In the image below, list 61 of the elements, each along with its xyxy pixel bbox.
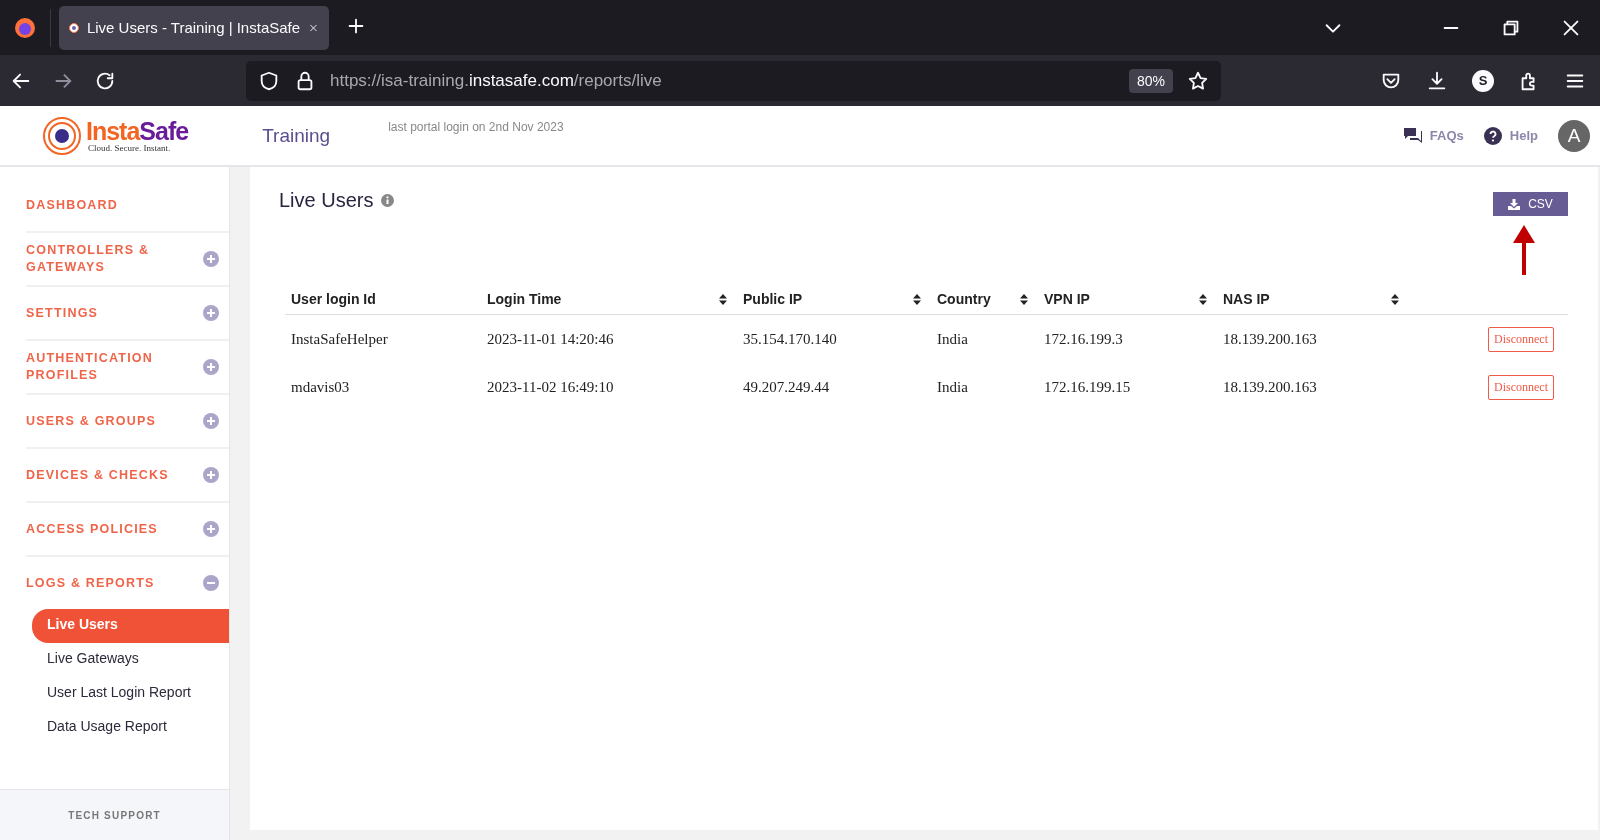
last-login-text: last portal login on 2nd Nov 2023 bbox=[388, 120, 564, 134]
environment-name: Training bbox=[262, 124, 331, 147]
csv-export-button[interactable]: CSV bbox=[1493, 192, 1568, 216]
sidebar-subitem[interactable]: Data Usage Report bbox=[32, 711, 229, 745]
profile-avatar[interactable]: S bbox=[1472, 69, 1494, 92]
table-cell: 172.16.199.3 bbox=[1044, 330, 1123, 348]
logo-icon bbox=[42, 115, 82, 156]
column-header[interactable]: NAS IP bbox=[1223, 291, 1270, 307]
sidebar-subitem[interactable]: Live Gateways bbox=[32, 643, 229, 677]
sidebar-item[interactable]: CONTROLLERS & GATEWAYS bbox=[26, 242, 176, 276]
sort-icon[interactable] bbox=[719, 293, 727, 305]
page-title: Live Users bbox=[279, 189, 374, 212]
column-header[interactable]: Country bbox=[937, 291, 991, 307]
sidebar-item[interactable]: USERS & GROUPS bbox=[26, 412, 156, 430]
info-icon[interactable] bbox=[381, 194, 395, 207]
sidebar-item[interactable]: DASHBOARD bbox=[26, 196, 119, 214]
sidebar-subitem[interactable]: User Last Login Report bbox=[32, 677, 229, 711]
sort-icon[interactable] bbox=[1391, 293, 1399, 305]
column-header[interactable]: Public IP bbox=[743, 291, 803, 307]
sort-icon[interactable] bbox=[913, 293, 921, 305]
table-cell: 172.16.199.15 bbox=[1044, 378, 1131, 396]
table-cell: India bbox=[937, 330, 968, 348]
sidebar-item[interactable]: ACCESS POLICIES bbox=[26, 520, 158, 538]
table-cell: 35.154.170.140 bbox=[743, 330, 837, 348]
column-header[interactable]: User login Id bbox=[291, 291, 376, 307]
sort-icon[interactable] bbox=[1020, 293, 1028, 305]
help-link[interactable]: Help bbox=[1509, 128, 1538, 143]
help-icon[interactable] bbox=[1483, 126, 1502, 145]
logo-tagline: Cloud. Secure. Instant. bbox=[88, 143, 172, 153]
browser-tab[interactable]: Live Users - Training | InstaSafe bbox=[59, 5, 329, 50]
tech-support-link[interactable]: TECH SUPPORT bbox=[68, 809, 161, 821]
table-cell: 49.207.249.44 bbox=[743, 378, 830, 396]
table-cell: India bbox=[937, 378, 968, 396]
user-avatar[interactable]: A bbox=[1558, 119, 1590, 152]
arrow-annotation-icon bbox=[1513, 225, 1535, 275]
column-header[interactable]: VPN IP bbox=[1044, 291, 1090, 307]
sidebar-item[interactable]: DEVICES & CHECKS bbox=[26, 466, 169, 484]
address-bar[interactable]: https://isa-training.instasafe.com/reports/live 80% bbox=[246, 60, 1221, 101]
sidebar-subitem[interactable]: Live Users bbox=[32, 609, 229, 643]
download-icon[interactable] bbox=[1426, 69, 1448, 92]
faqs-link[interactable]: FAQs bbox=[1429, 128, 1464, 143]
download-icon bbox=[1508, 198, 1521, 210]
table-cell: 18.139.200.163 bbox=[1223, 330, 1317, 348]
table-cell: 2023-11-01 14:20:46 bbox=[487, 330, 614, 348]
star-icon[interactable] bbox=[1187, 69, 1209, 92]
logo-wordmark: InstaSafe bbox=[86, 118, 189, 144]
table-cell: 18.139.200.163 bbox=[1223, 378, 1317, 396]
disconnect-button[interactable]: Disconnect bbox=[1488, 326, 1554, 352]
sort-icon[interactable] bbox=[1199, 293, 1207, 305]
browser-logo-icon[interactable] bbox=[13, 15, 37, 40]
sidebar-item[interactable]: AUTHENTICATION PROFILES bbox=[26, 350, 176, 384]
sidebar-item[interactable]: LOGS & REPORTS bbox=[26, 574, 155, 592]
table-cell: 2023-11-02 16:49:10 bbox=[487, 378, 614, 396]
shield-icon bbox=[258, 69, 280, 92]
chat-icon[interactable] bbox=[1403, 127, 1422, 144]
zoom-level-button[interactable]: 80% bbox=[1128, 68, 1173, 93]
table-cell: mdavis03 bbox=[291, 378, 350, 396]
disconnect-button[interactable]: Disconnect bbox=[1488, 374, 1554, 400]
table-cell: InstaSafeHelper bbox=[291, 330, 388, 348]
sidebar-item[interactable]: SETTINGS bbox=[26, 304, 99, 322]
column-header[interactable]: Login Time bbox=[487, 291, 562, 307]
